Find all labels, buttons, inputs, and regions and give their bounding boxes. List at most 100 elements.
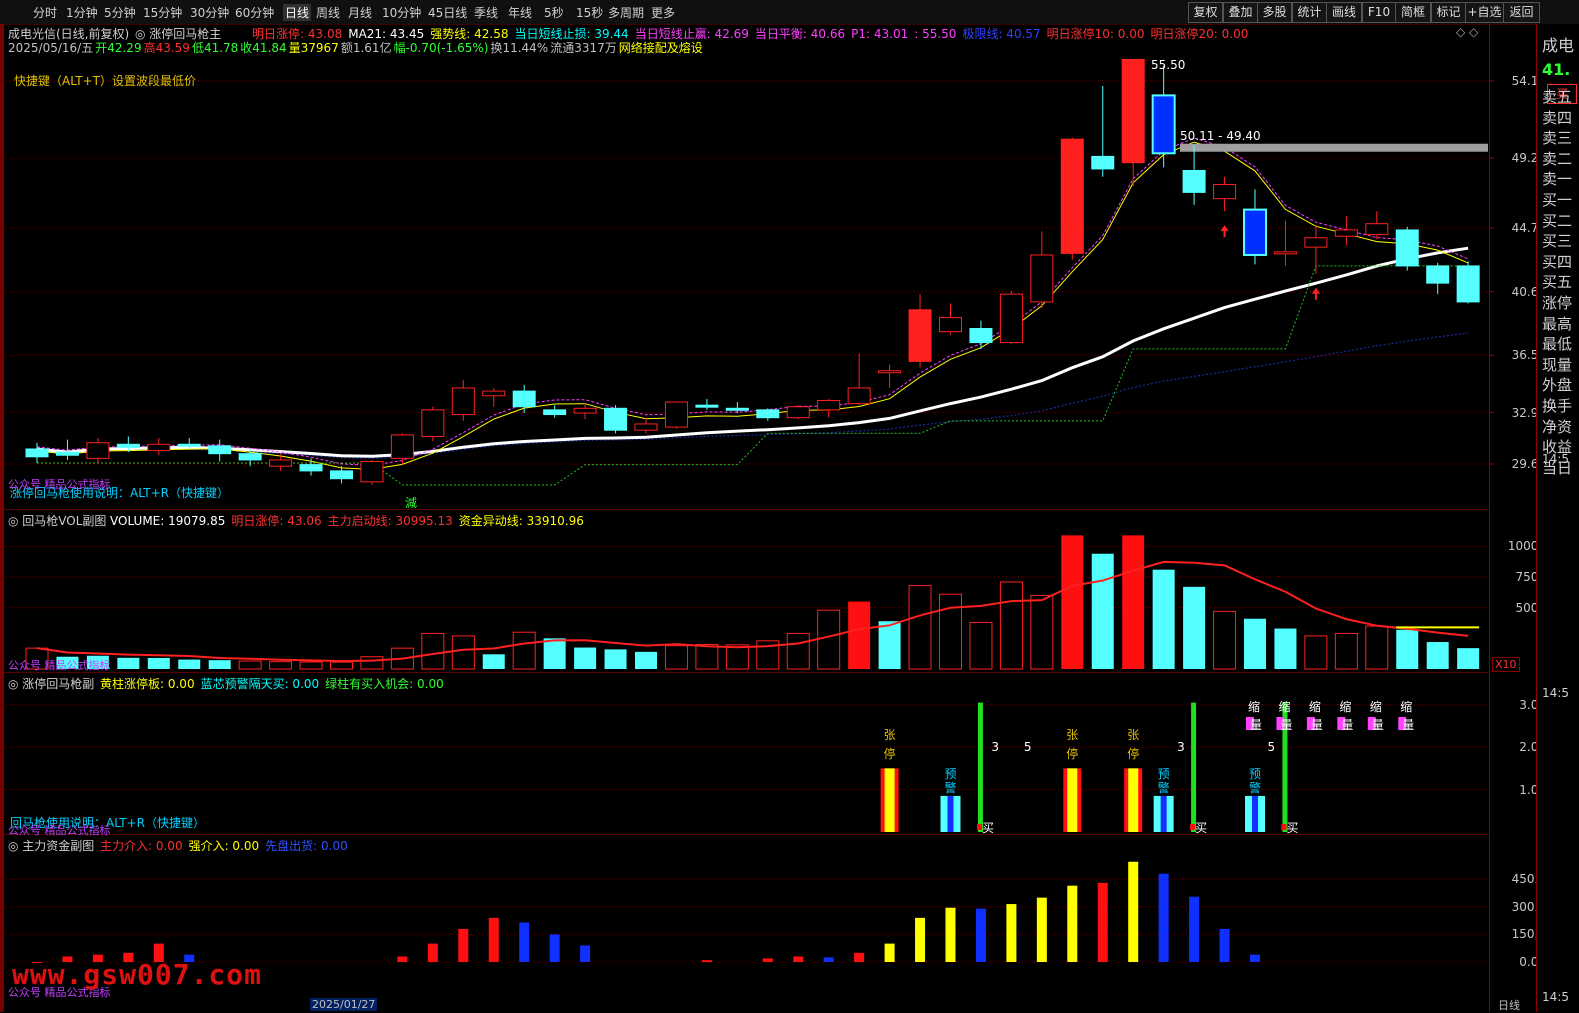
limit-line [36, 332, 1469, 459]
buy-label: 买 [981, 821, 994, 835]
candle-body [25, 448, 49, 458]
volume-bar [848, 601, 871, 669]
candle-body [360, 460, 384, 483]
candle-body [330, 470, 353, 480]
volume-bar [147, 657, 170, 669]
money-bar [1067, 885, 1078, 962]
candle-body [634, 423, 658, 431]
candle-body [86, 442, 110, 459]
quote-row-label: 卖三 [1542, 129, 1573, 148]
volume-bar [725, 644, 749, 670]
site-watermark: www.gsw007.com [12, 958, 263, 991]
quote-title: 成电 [1542, 36, 1575, 55]
money-bar [945, 907, 956, 962]
value-text: 幅-0.70(-1.65%) [393, 41, 489, 55]
volume-bar [1334, 632, 1358, 670]
volume-bar [574, 647, 597, 669]
candle-body [604, 407, 628, 431]
value-text: P1: 43.01 [851, 27, 909, 41]
volume-bar [208, 660, 231, 669]
volume-bar [1213, 610, 1237, 670]
candle-body [969, 328, 993, 344]
count-label: 5 [1023, 740, 1032, 754]
volume-bar [451, 635, 475, 670]
buy-bar [1191, 702, 1197, 832]
shrink-label: 缩 [1248, 700, 1261, 714]
candle-body [482, 390, 506, 397]
money-bar [1158, 873, 1169, 962]
shrink-label: 量 [1341, 718, 1354, 732]
candle-body [1151, 94, 1176, 155]
volume-bar [1304, 635, 1328, 670]
volume-bar [1365, 625, 1389, 670]
volume-bar [1030, 594, 1054, 670]
shrink-label: 缩 [1308, 700, 1321, 714]
volume-bar [482, 654, 505, 669]
candle-body [1456, 265, 1480, 303]
shrink-label: 缩 [1278, 700, 1291, 714]
ma21-line [36, 246, 1469, 458]
quote-row-label: 卖一 [1542, 170, 1573, 189]
volume-bar [1396, 629, 1419, 669]
candle-body [1395, 229, 1419, 267]
value-text: 蓝芯预警隔天买: 0.00 [200, 677, 320, 691]
shrink-label: 量 [1250, 718, 1263, 732]
high-label: 55.50 [1151, 58, 1186, 72]
money-bar [397, 956, 408, 962]
quote-row-label: 净资 [1542, 417, 1573, 436]
money-bar [1128, 861, 1139, 962]
quote-row-label: 最低 [1542, 335, 1573, 354]
limitup-bar-core [884, 768, 895, 832]
quote-price: 41. [1542, 60, 1571, 79]
candle-body [939, 317, 962, 333]
volume-bar [664, 645, 688, 670]
money-bar [762, 958, 773, 962]
candle-body [421, 409, 445, 437]
resistance-bar [1180, 143, 1488, 152]
candle-body [1182, 169, 1206, 193]
value-text: 明日涨停10: 0.00 [1046, 27, 1145, 41]
value-text: : 55.50 [914, 27, 957, 41]
vol-unit: X10 [1492, 657, 1520, 672]
candle-body [177, 443, 201, 447]
candle-body [786, 406, 810, 419]
volume-bar [999, 581, 1023, 670]
bottom-tab[interactable]: 日线 [1498, 997, 1520, 1013]
warn-label: 警 [1157, 781, 1170, 795]
buy-bar [977, 702, 983, 832]
money-bar [975, 908, 986, 962]
stop-profit-line [36, 137, 1469, 466]
volume-bar [939, 593, 962, 670]
candle-body [1091, 155, 1115, 170]
money-bar [1219, 928, 1230, 962]
value-text: 明日涨停20: 0.00 [1150, 27, 1249, 41]
volume-bar [1152, 569, 1175, 669]
strong-line [36, 141, 1469, 470]
money-values: 主力介入: 0.00 强介入: 0.00 先盘出货: 0.00 [100, 837, 354, 854]
money-panel-title[interactable]: ◎ 主力资金副图 [8, 837, 94, 854]
vol-panel-title[interactable]: ◎ 回马枪VOL副图 [8, 512, 106, 529]
candle-body [208, 445, 232, 455]
candle-body [147, 443, 171, 452]
candle-body [512, 390, 536, 408]
count-label: 5 [1267, 740, 1276, 754]
candle-body [1273, 251, 1297, 255]
kline-chart-canvas[interactable] [0, 0, 1579, 1012]
shrink-label: 量 [1280, 718, 1293, 732]
candle-body [817, 399, 841, 411]
candle-body [269, 459, 293, 467]
candle-body [847, 387, 871, 405]
range-label: 50.11 - 49.40 [1180, 129, 1261, 143]
limitup-bar-core [1067, 768, 1078, 832]
volume-bar [1061, 535, 1084, 669]
candle-body [756, 409, 780, 419]
warn-bar-core [1252, 795, 1258, 832]
shrink-label: 量 [1310, 718, 1323, 732]
money-bar [1006, 904, 1017, 962]
panel-controls-icon[interactable]: ◇ ◇ [1456, 25, 1478, 39]
money-bar [701, 960, 712, 962]
shortcut-hint: 快捷键（ALT+T）设置波段最低价 [14, 74, 196, 88]
volume-bar [908, 585, 932, 670]
warn-label: 警 [944, 781, 957, 795]
signal-panel-title[interactable]: ◎ 涨停回马枪副 [8, 675, 94, 692]
